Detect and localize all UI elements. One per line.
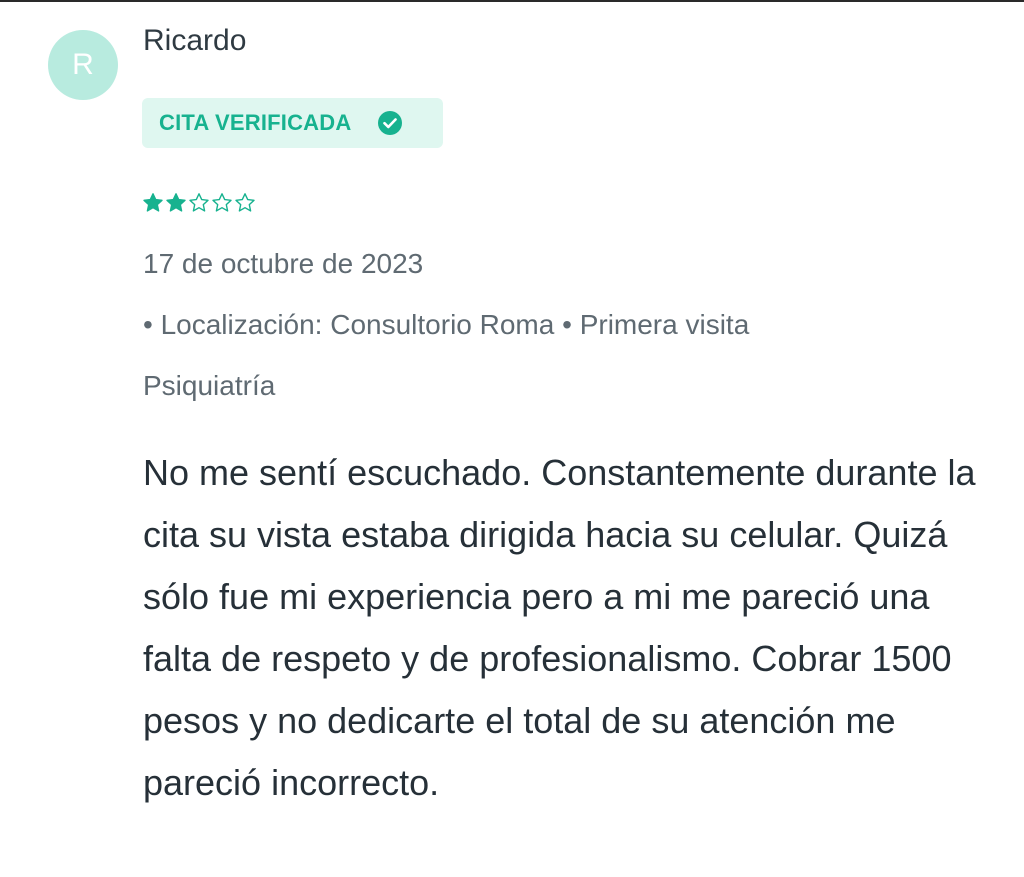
star-filled-icon (165, 192, 187, 214)
check-circle-icon (377, 110, 403, 136)
star-rating (142, 192, 256, 214)
star-empty-icon (211, 192, 233, 214)
visit-details: • Localización: Consultorio Roma • Prime… (143, 309, 750, 340)
verified-badge-label: CITA VERIFICADA (159, 110, 352, 135)
reviewer-name: Ricardo (143, 24, 247, 57)
specialty-label: Psiquiatría (143, 370, 276, 401)
review-date: 17 de octubre de 2023 (143, 248, 424, 279)
star-empty-icon (234, 192, 256, 214)
top-divider (0, 0, 1024, 2)
review-comment: No me sentí escuchado. Constantemente du… (143, 452, 976, 803)
avatar: R (48, 30, 118, 100)
star-filled-icon (142, 192, 164, 214)
verified-badge: CITA VERIFICADA (142, 98, 443, 148)
star-empty-icon (188, 192, 210, 214)
avatar-initial: R (72, 48, 94, 81)
